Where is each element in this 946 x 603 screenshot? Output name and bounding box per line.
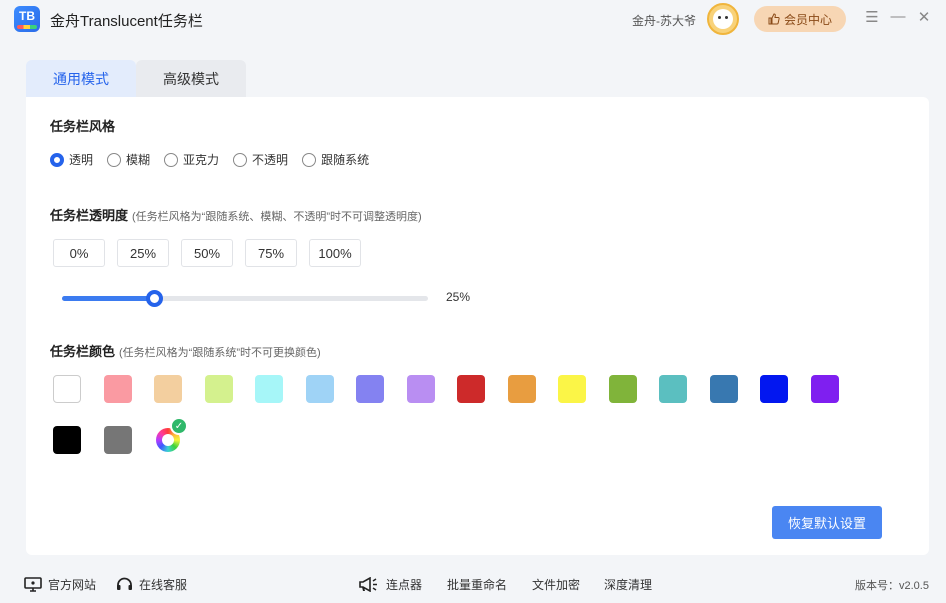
radio-opaque[interactable]: 不透明: [233, 151, 288, 168]
file-encrypt-link[interactable]: 文件加密: [532, 576, 580, 593]
opacity-slider[interactable]: [62, 290, 428, 307]
online-support-label: 在线客服: [139, 578, 188, 592]
version-label: 版本号：v2.0.5: [855, 580, 929, 592]
slider-fill: [62, 296, 154, 301]
opacity-note: (任务栏风格为“跟随系统、模糊、不透明”时不可调整透明度): [132, 211, 422, 223]
color-swatch[interactable]: [608, 375, 637, 403]
selected-check-icon: ✓: [170, 417, 188, 435]
color-swatch[interactable]: [53, 375, 81, 403]
vip-center-label: 会员中心: [783, 12, 832, 27]
color-swatch[interactable]: [457, 375, 485, 403]
opacity-title: 任务栏透明度: [50, 208, 129, 223]
color-swatch[interactable]: [154, 375, 182, 403]
opacity-presets: 0% 25% 50% 75% 100%: [53, 239, 361, 267]
clicker-label: 连点器: [386, 578, 423, 592]
color-swatch[interactable]: [810, 375, 839, 403]
color-swatch[interactable]: [204, 375, 233, 403]
color-section-title: 任务栏颜色 (任务栏风格为“跟随系统”时不可更换颜色): [50, 341, 321, 360]
color-swatch[interactable]: [507, 375, 536, 403]
slider-thumb[interactable]: [145, 290, 163, 307]
online-support-link[interactable]: 在线客服: [116, 576, 187, 593]
color-swatch[interactable]: [103, 375, 132, 403]
clicker-link[interactable]: 连点器: [358, 576, 422, 593]
color-swatch[interactable]: [305, 375, 334, 403]
radio-blur[interactable]: 模糊: [107, 151, 150, 168]
tab-general-mode[interactable]: 通用模式: [26, 60, 136, 98]
thumbs-up-icon: [768, 13, 780, 25]
preset-75-button[interactable]: 75%: [245, 239, 297, 267]
reset-defaults-button[interactable]: 恢复默认设置: [772, 506, 882, 539]
slider-value: 25%: [446, 290, 471, 304]
style-radio-group: 透明 模糊 亚克力 不透明 跟随系统: [50, 151, 383, 168]
radio-transparent[interactable]: 透明: [50, 151, 93, 168]
radio-dot: [164, 152, 179, 167]
preset-100-button[interactable]: 100%: [309, 239, 361, 267]
color-swatch[interactable]: [659, 375, 687, 403]
color-swatch[interactable]: [709, 375, 738, 403]
radio-label: 跟随系统: [321, 153, 370, 167]
style-section-title: 任务栏风格: [50, 119, 116, 134]
avatar[interactable]: [707, 3, 739, 35]
radio-follow-system[interactable]: 跟随系统: [302, 151, 369, 168]
radio-dot: [302, 152, 317, 167]
color-swatch[interactable]: [406, 375, 435, 403]
megaphone-icon: [359, 577, 377, 592]
radio-dot: [107, 152, 122, 167]
preset-50-button[interactable]: 50%: [181, 239, 233, 267]
color-note: (任务栏风格为“跟随系统”时不可更换颜色): [119, 347, 321, 359]
color-swatch[interactable]: [53, 426, 81, 454]
app-logo-text: TB: [19, 9, 35, 23]
opacity-section-title: 任务栏透明度 (任务栏风格为“跟随系统、模糊、不透明”时不可调整透明度): [50, 205, 422, 224]
vip-center-button[interactable]: 会员中心: [754, 6, 846, 32]
tab-advanced-mode[interactable]: 高级模式: [136, 60, 246, 98]
preset-0-button[interactable]: 0%: [53, 239, 105, 267]
color-swatch[interactable]: [255, 375, 283, 403]
color-swatch[interactable]: [760, 375, 788, 403]
monitor-icon: [24, 577, 42, 592]
radio-label: 不透明: [252, 153, 289, 167]
official-website-link[interactable]: 官方网站: [24, 576, 96, 593]
color-swatch[interactable]: [558, 375, 586, 403]
radio-label: 亚克力: [183, 153, 220, 167]
color-swatch[interactable]: [103, 426, 132, 454]
menu-icon[interactable]: ☰: [862, 8, 882, 26]
radio-label: 透明: [69, 153, 94, 167]
deep-clean-link[interactable]: 深度清理: [604, 576, 652, 593]
preset-25-button[interactable]: 25%: [117, 239, 169, 267]
radio-dot: [233, 152, 248, 167]
settings-panel: 任务栏风格 透明 模糊 亚克力 不透明 跟随系统 任务栏透明度 (任务栏风格为“跟…: [26, 97, 929, 555]
title-bar: TB 金舟Translucent任务栏 金舟-苏大爷 会员中心 ☰ — ✕: [0, 0, 946, 40]
minimize-icon[interactable]: —: [888, 8, 908, 25]
app-title: 金舟Translucent任务栏: [50, 13, 203, 30]
headset-icon: [117, 577, 132, 590]
color-swatch[interactable]: [356, 375, 384, 403]
radio-dot: [50, 152, 64, 167]
close-icon[interactable]: ✕: [914, 8, 934, 26]
color-title: 任务栏颜色: [50, 344, 116, 359]
batch-rename-link[interactable]: 批量重命名: [447, 576, 507, 593]
app-logo: TB: [14, 6, 40, 32]
official-website-label: 官方网站: [48, 578, 97, 592]
user-name[interactable]: 金舟-苏大爷: [632, 12, 696, 29]
radio-label: 模糊: [126, 153, 151, 167]
radio-acrylic[interactable]: 亚克力: [164, 151, 219, 168]
panda-icon: [713, 9, 733, 29]
